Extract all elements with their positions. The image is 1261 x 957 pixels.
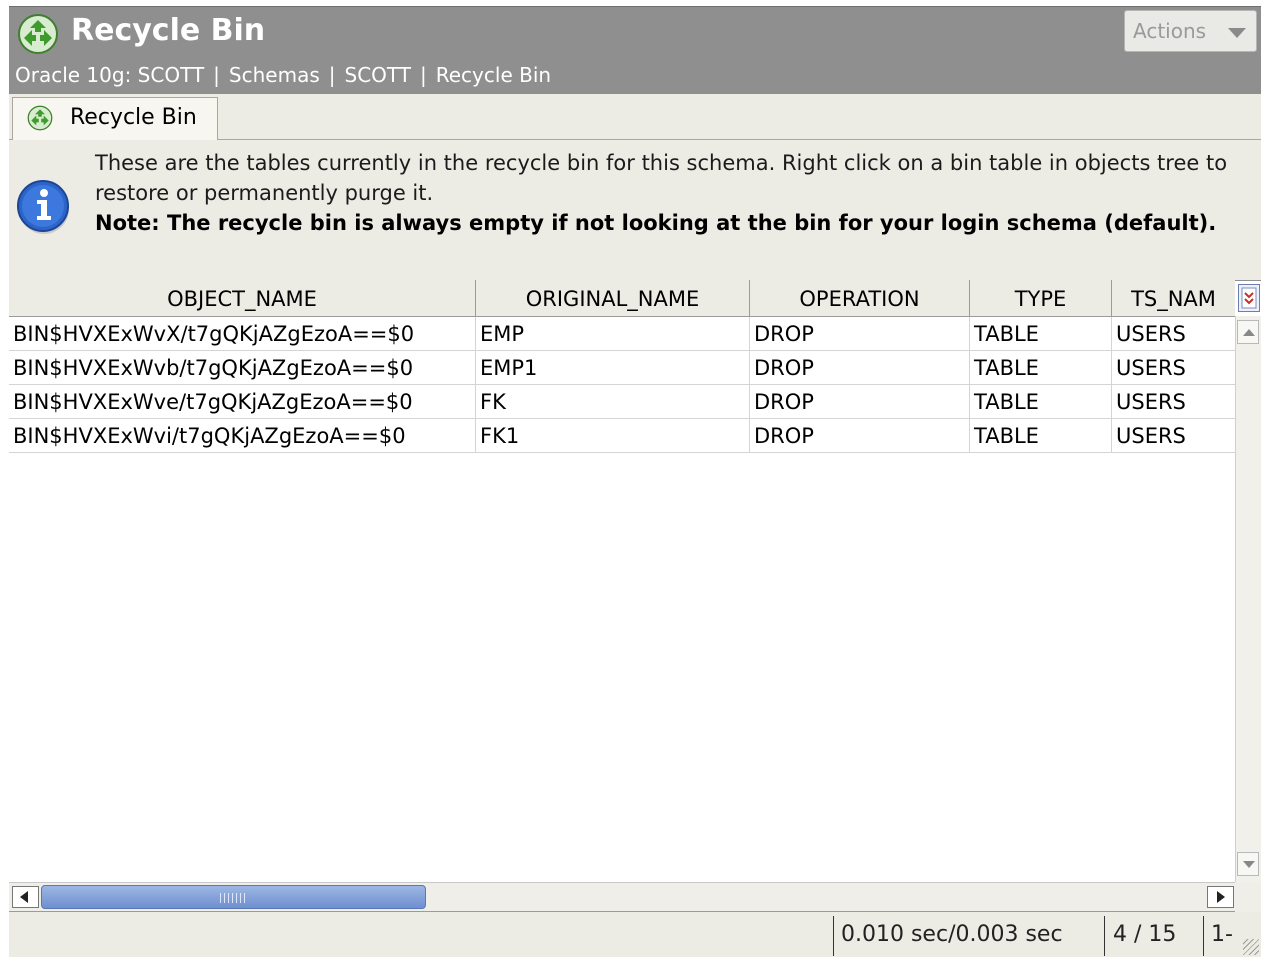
arrow-right-icon (1217, 891, 1225, 903)
breadcrumb-schemas[interactable]: Schemas (229, 63, 320, 87)
cell-operation: DROP (750, 385, 970, 418)
cell-ts-name: USERS (1116, 390, 1186, 414)
status-divider (1104, 916, 1105, 956)
header-bar: Recycle Bin Actions Oracle 10g: SCOTT | Sc… (9, 6, 1261, 95)
cell-ts-name: USERS (1116, 356, 1186, 380)
tab-label: Recycle Bin (70, 105, 197, 130)
column-header-type[interactable]: TYPE (970, 280, 1112, 316)
page-title: Recycle Bin (71, 13, 266, 48)
status-bar: 0.010 sec/0.003 sec 4 / 15 1- (9, 912, 1261, 957)
breadcrumb-separator: | (213, 63, 220, 87)
arrow-up-icon (1243, 329, 1255, 336)
scroll-down-button[interactable] (1237, 852, 1259, 876)
recycle-bin-table: OBJECT_NAME ORIGINAL_NAME OPERATION TYPE… (9, 280, 1235, 882)
cell-operation: DROP (750, 317, 970, 350)
cell-object-name: BIN$HVXExWvi/t7gQKjAZgEzoA==$0 (9, 419, 476, 452)
info-note: Note: The recycle bin is always empty if… (95, 211, 1217, 235)
horizontal-scrollbar[interactable] (9, 882, 1235, 912)
breadcrumb-recycle-bin[interactable]: Recycle Bin (436, 63, 551, 87)
table-header: OBJECT_NAME ORIGINAL_NAME OPERATION TYPE… (9, 280, 1235, 317)
actions-label: Actions (1133, 19, 1207, 43)
scroll-left-button[interactable] (12, 886, 39, 908)
scroll-right-button[interactable] (1207, 886, 1234, 908)
cell-type: TABLE (970, 351, 1112, 384)
cell-object-name: BIN$HVXExWvX/t7gQKjAZgEzoA==$0 (9, 317, 476, 350)
cell-ts-name: USERS (1116, 322, 1186, 346)
horizontal-scroll-thumb[interactable] (41, 885, 426, 909)
scrollbar-corner (1235, 882, 1261, 912)
cell-object-name: BIN$HVXExWvb/t7gQKjAZgEzoA==$0 (9, 351, 476, 384)
status-timing: 0.010 sec/0.003 sec (841, 922, 1063, 947)
arrow-left-icon (20, 891, 28, 903)
grip-icon (220, 893, 246, 903)
cell-type: TABLE (970, 385, 1112, 418)
column-header-original-name[interactable]: ORIGINAL_NAME (476, 280, 750, 316)
cell-ts-name: USERS (1116, 424, 1186, 448)
status-divider (1203, 916, 1204, 956)
cell-original-name: FK (476, 385, 750, 418)
cell-type: TABLE (970, 317, 1112, 350)
cell-operation: DROP (750, 419, 970, 452)
table-row[interactable]: BIN$HVXExWvb/t7gQKjAZgEzoA==$0 EMP1 DROP… (9, 351, 1235, 385)
column-header-operation[interactable]: OPERATION (750, 280, 970, 316)
table-row[interactable]: BIN$HVXExWvi/t7gQKjAZgEzoA==$0 FK1 DROP … (9, 419, 1235, 453)
scroll-up-button[interactable] (1237, 320, 1259, 344)
cell-original-name: EMP1 (476, 351, 750, 384)
cell-object-name: BIN$HVXExWve/t7gQKjAZgEzoA==$0 (9, 385, 476, 418)
tab-recycle-bin[interactable]: Recycle Bin (12, 97, 218, 141)
cell-original-name: EMP (476, 317, 750, 350)
cell-operation: DROP (750, 351, 970, 384)
cell-type: TABLE (970, 419, 1112, 452)
breadcrumb: Oracle 10g: SCOTT | Schemas | SCOTT | Recycle … (15, 63, 551, 87)
column-header-object-name[interactable]: OBJECT_NAME (9, 280, 476, 316)
info-description: These are the tables currently in the re… (95, 151, 1228, 205)
breadcrumb-separator: | (420, 63, 427, 87)
info-message: These are the tables currently in the re… (95, 148, 1261, 238)
breadcrumb-schema[interactable]: SCOTT (345, 63, 411, 87)
breadcrumb-separator: | (328, 63, 336, 87)
tab-bar: Recycle Bin (9, 94, 1261, 141)
info-icon (17, 180, 69, 234)
cell-original-name: FK1 (476, 419, 750, 452)
status-divider (833, 916, 834, 956)
vertical-scrollbar[interactable] (1235, 316, 1261, 882)
table-row[interactable]: BIN$HVXExWvX/t7gQKjAZgEzoA==$0 EMP DROP … (9, 317, 1235, 351)
column-chooser-icon (1241, 287, 1257, 309)
chevron-down-icon (1228, 28, 1246, 38)
arrow-down-icon (1243, 861, 1255, 868)
table-row[interactable]: BIN$HVXExWve/t7gQKjAZgEzoA==$0 FK DROP T… (9, 385, 1235, 419)
recycle-bin-window: Recycle Bin Actions Oracle 10g: SCOTT | Sc… (9, 6, 1261, 957)
column-header-ts-name[interactable]: TS_NAM (1112, 280, 1235, 316)
recycle-icon (27, 105, 53, 131)
status-row-count: 4 / 15 (1113, 922, 1177, 947)
resize-grip-icon[interactable] (1243, 939, 1259, 955)
status-range: 1- (1211, 922, 1233, 947)
column-chooser-button[interactable] (1238, 284, 1260, 312)
recycle-icon (18, 14, 58, 54)
actions-button[interactable]: Actions (1124, 10, 1257, 52)
info-panel: These are the tables currently in the re… (9, 140, 1261, 281)
breadcrumb-connection[interactable]: Oracle 10g: SCOTT (15, 63, 204, 87)
